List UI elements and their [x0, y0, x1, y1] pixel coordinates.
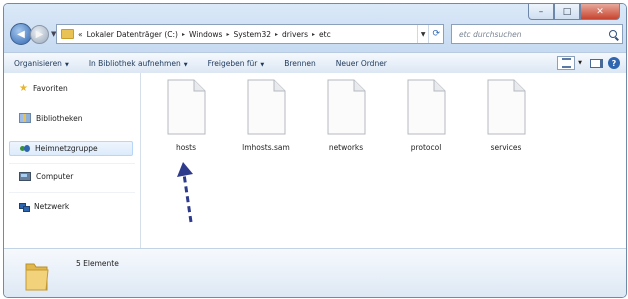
close-button[interactable]: ✕: [580, 4, 620, 20]
sidebar-item-favoriten[interactable]: ★ Favoriten: [19, 82, 68, 94]
sidebar-item-label: Bibliotheken: [36, 113, 83, 123]
file-item-services[interactable]: services: [473, 79, 539, 152]
chevron-down-icon: ▼: [183, 61, 188, 68]
sidebar-item-label: Computer: [36, 172, 74, 181]
maximize-button[interactable]: □: [554, 4, 580, 20]
document-icon: [404, 79, 448, 135]
sidebar-divider: [9, 192, 135, 193]
sidebar-divider: [9, 163, 135, 164]
view-options-icon[interactable]: [557, 56, 575, 70]
breadcrumb-separator-icon[interactable]: ▸: [226, 31, 229, 38]
breadcrumb-item-etc[interactable]: etc: [319, 30, 331, 39]
address-bar[interactable]: « Lokaler Datenträger (C:) ▸ Windows ▸ S…: [56, 24, 444, 44]
share-with-button[interactable]: Freigeben für ▼: [198, 59, 275, 68]
help-icon[interactable]: ?: [608, 57, 620, 69]
view-dropdown-icon[interactable]: ▼: [576, 57, 584, 69]
document-icon: [164, 79, 208, 135]
file-name: services: [490, 143, 522, 152]
sidebar-item-computer[interactable]: Computer: [19, 172, 73, 181]
minimize-button[interactable]: –: [528, 4, 554, 20]
breadcrumb-item-system32[interactable]: System32: [233, 30, 271, 39]
window-controls: – □ ✕: [528, 4, 620, 20]
sidebar-item-label: Favoriten: [32, 84, 68, 93]
file-name: protocol: [410, 143, 442, 152]
file-item-networks[interactable]: networks: [313, 79, 379, 152]
sidebar-item-label: Heimnetzgruppe: [35, 144, 98, 153]
sidebar-item-bibliotheken[interactable]: Bibliotheken: [19, 113, 83, 123]
search-icon[interactable]: [609, 30, 617, 38]
include-in-library-button[interactable]: In Bibliothek aufnehmen ▼: [79, 59, 198, 68]
navigation-buttons: ◀ ▶ ▼: [10, 23, 56, 45]
title-bar: – □ ✕ ◀ ▶ ▼ « Lokaler Datenträger (C:) ▸…: [4, 4, 626, 52]
explorer-window: – □ ✕ ◀ ▶ ▼ « Lokaler Datenträger (C:) ▸…: [3, 3, 627, 298]
toolbar-right: ▼ ?: [553, 56, 620, 70]
network-icon: [19, 202, 30, 212]
breadcrumb-item-windows[interactable]: Windows: [189, 30, 222, 39]
breadcrumb-chevron[interactable]: «: [78, 30, 83, 39]
document-icon: [324, 79, 368, 135]
navigation-pane: ★ Favoriten Bibliotheken Heimnetzgruppe …: [4, 73, 141, 248]
breadcrumb-item-drive[interactable]: Lokaler Datenträger (C:): [87, 30, 178, 39]
computer-icon: [19, 172, 31, 181]
burn-button[interactable]: Brennen: [274, 59, 326, 68]
breadcrumb-separator-icon[interactable]: ▸: [182, 31, 185, 38]
address-dropdown-icon[interactable]: ▼: [416, 25, 429, 43]
sidebar-item-heimnetzgruppe[interactable]: Heimnetzgruppe: [9, 141, 133, 156]
homegroup-icon: [20, 144, 30, 153]
new-folder-button[interactable]: Neuer Ordner: [326, 59, 397, 68]
document-icon: [244, 79, 288, 135]
back-button[interactable]: ◀: [10, 23, 32, 45]
breadcrumb-separator-icon[interactable]: ▸: [275, 31, 278, 38]
document-icon: [484, 79, 528, 135]
item-count: 5 Elemente: [76, 259, 119, 268]
organize-menu-button[interactable]: Organisieren ▼: [4, 59, 79, 68]
command-bar: Organisieren ▼ In Bibliothek aufnehmen ▼ F…: [4, 52, 626, 74]
sidebar-item-netzwerk[interactable]: Netzwerk: [19, 202, 70, 212]
preview-pane-icon[interactable]: [588, 57, 604, 69]
library-icon: [19, 113, 31, 123]
breadcrumb: « Lokaler Datenträger (C:) ▸ Windows ▸ S…: [78, 30, 331, 39]
search-placeholder: etc durchsuchen: [459, 29, 522, 39]
annotation-arrow-icon: [177, 162, 193, 223]
breadcrumb-separator-icon[interactable]: ▸: [312, 31, 315, 38]
details-pane: 5 Elemente: [4, 248, 626, 297]
search-input[interactable]: etc durchsuchen: [451, 24, 623, 44]
chevron-down-icon: ▼: [260, 61, 265, 68]
forward-button[interactable]: ▶: [30, 24, 49, 44]
sidebar-item-label: Netzwerk: [34, 202, 70, 211]
folder-icon: [61, 29, 74, 39]
organize-label: Organisieren: [14, 58, 62, 68]
file-item-lmhosts[interactable]: lmhosts.sam: [233, 79, 299, 152]
refresh-icon[interactable]: ⟳: [428, 25, 443, 43]
file-name: networks: [328, 143, 364, 152]
file-list: hosts lmhosts.sam networks protocol serv…: [141, 73, 626, 248]
chevron-down-icon: ▼: [64, 61, 69, 68]
share-with-label: Freigeben für: [207, 58, 258, 68]
star-icon: ★: [19, 82, 28, 94]
include-in-library-label: In Bibliothek aufnehmen: [88, 58, 181, 68]
breadcrumb-item-drivers[interactable]: drivers: [282, 30, 308, 39]
file-name: hosts: [175, 143, 197, 152]
file-item-hosts[interactable]: hosts: [153, 79, 219, 152]
folder-icon: [25, 263, 49, 291]
file-item-protocol[interactable]: protocol: [393, 79, 459, 152]
file-name: lmhosts.sam: [242, 143, 290, 152]
